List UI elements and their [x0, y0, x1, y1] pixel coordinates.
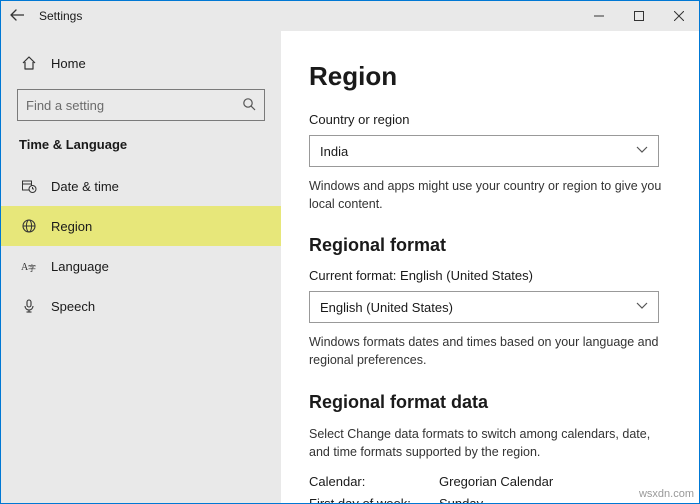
row-key: First day of week: — [309, 493, 439, 503]
globe-icon — [21, 218, 37, 234]
arrow-left-icon — [10, 9, 24, 21]
country-dropdown[interactable]: India — [309, 135, 659, 167]
chevron-down-icon — [636, 145, 648, 157]
sidebar-item-label: Date & time — [51, 179, 119, 194]
window-body: Home Time & Language Date & time — [1, 31, 699, 503]
sidebar-item-label: Region — [51, 219, 92, 234]
current-format-label: Current format: English (United States) — [309, 268, 671, 283]
content-pane: Region Country or region India Windows a… — [281, 31, 699, 503]
minimize-button[interactable] — [579, 1, 619, 31]
regional-format-dropdown[interactable]: English (United States) — [309, 291, 659, 323]
regional-format-value: English (United States) — [320, 300, 636, 315]
sidebar-item-language[interactable]: A字 Language — [1, 246, 281, 286]
calendar-clock-icon — [21, 178, 37, 194]
regional-format-data-hint: Select Change data formats to switch amo… — [309, 425, 669, 461]
home-icon — [21, 55, 37, 71]
language-icon: A字 — [21, 258, 37, 274]
country-value: India — [320, 144, 636, 159]
maximize-button[interactable] — [619, 1, 659, 31]
watermark: wsxdn.com — [639, 488, 694, 500]
row-value: Sunday — [439, 493, 483, 503]
row-value: Gregorian Calendar — [439, 471, 553, 493]
regional-format-heading: Regional format — [309, 235, 671, 256]
back-button[interactable] — [1, 8, 33, 25]
table-row: First day of week: Sunday — [309, 493, 671, 503]
sidebar-item-date-time[interactable]: Date & time — [1, 166, 281, 206]
chevron-down-icon — [636, 301, 648, 313]
sidebar-nav: Date & time Region A字 Language — [1, 166, 281, 326]
titlebar: Settings — [1, 1, 699, 31]
country-hint: Windows and apps might use your country … — [309, 177, 669, 213]
page-title: Region — [309, 61, 671, 92]
maximize-icon — [634, 11, 644, 21]
close-icon — [674, 11, 684, 21]
sidebar-item-label: Speech — [51, 299, 95, 314]
home-label: Home — [51, 56, 86, 71]
sidebar-item-speech[interactable]: Speech — [1, 286, 281, 326]
regional-format-data-heading: Regional format data — [309, 392, 671, 413]
sidebar-section-title: Time & Language — [1, 131, 281, 166]
format-data-table: Calendar: Gregorian Calendar First day o… — [309, 471, 671, 503]
regional-format-hint: Windows formats dates and times based on… — [309, 333, 669, 369]
sidebar-item-label: Language — [51, 259, 109, 274]
close-button[interactable] — [659, 1, 699, 31]
search-wrap — [1, 81, 281, 131]
search-icon — [242, 97, 256, 114]
row-key: Calendar: — [309, 471, 439, 493]
microphone-icon — [21, 298, 37, 314]
sidebar: Home Time & Language Date & time — [1, 31, 281, 503]
search-input[interactable] — [26, 98, 242, 113]
search-box[interactable] — [17, 89, 265, 121]
table-row: Calendar: Gregorian Calendar — [309, 471, 671, 493]
settings-window: Settings Home — [0, 0, 700, 504]
sidebar-item-region[interactable]: Region — [1, 206, 281, 246]
minimize-icon — [594, 11, 604, 21]
svg-text:字: 字 — [28, 263, 36, 273]
sidebar-home[interactable]: Home — [1, 45, 281, 81]
country-label: Country or region — [309, 112, 671, 127]
app-title: Settings — [39, 9, 82, 23]
